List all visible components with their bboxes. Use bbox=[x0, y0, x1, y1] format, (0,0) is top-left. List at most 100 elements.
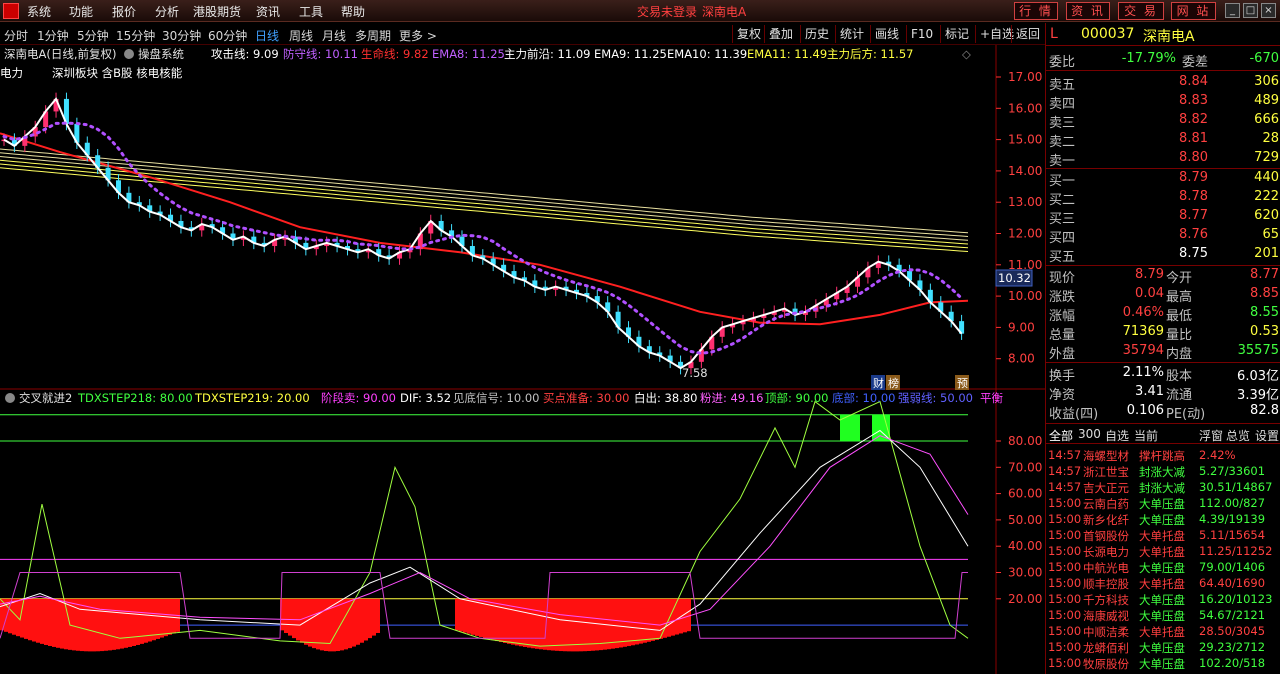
tool-adjust[interactable]: 复权 bbox=[732, 25, 765, 43]
stat-label: 换手 bbox=[1049, 369, 1076, 384]
ask-row[interactable]: 卖三 8.82 666 bbox=[1046, 111, 1280, 131]
tab-300[interactable]: 300 bbox=[1078, 427, 1101, 441]
news-time: 15:00 bbox=[1048, 608, 1082, 622]
bid-row[interactable]: 买四 8.76 65 bbox=[1046, 226, 1280, 246]
ask-row[interactable]: 卖一 8.80 729 bbox=[1046, 149, 1280, 169]
menu-function[interactable]: 功能 bbox=[69, 3, 93, 20]
menu-quote[interactable]: 报价 bbox=[112, 3, 136, 20]
tool-back[interactable]: 返回 bbox=[1011, 25, 1044, 43]
news-time: 15:00 bbox=[1048, 560, 1082, 574]
news-button[interactable]: 资 讯 bbox=[1066, 2, 1110, 20]
tool-f10[interactable]: F10 bbox=[906, 25, 937, 43]
news-item[interactable]: 15:00 中顺洁柔 大单托盘 28.50/3045 bbox=[1046, 624, 1280, 640]
period-tab[interactable]: 月线 bbox=[322, 27, 346, 44]
stat-value: 8.79 bbox=[1135, 267, 1164, 282]
menu-tools[interactable]: 工具 bbox=[299, 3, 323, 20]
ema-line bbox=[0, 159, 969, 245]
histogram-bar bbox=[587, 598, 591, 652]
histogram-bar bbox=[635, 598, 639, 645]
tab-float[interactable]: 浮窗 bbox=[1199, 427, 1223, 444]
news-value: 2.42% bbox=[1199, 448, 1236, 462]
news-item[interactable]: 14:57 海螺型材 撑杆跳高 2.42% bbox=[1046, 448, 1280, 464]
low-price-label: 7.58 bbox=[682, 366, 708, 380]
close-icon[interactable]: × bbox=[1261, 3, 1276, 18]
menu-help[interactable]: 帮助 bbox=[341, 3, 365, 20]
news-item[interactable]: 15:00 千方科技 大单压盘 16.20/10123 bbox=[1046, 592, 1280, 608]
tool-mark[interactable]: 标记 bbox=[940, 25, 973, 43]
tool-stats[interactable]: 统计 bbox=[835, 25, 868, 43]
bid-row[interactable]: 买三 8.77 620 bbox=[1046, 207, 1280, 227]
histogram-bar bbox=[519, 598, 523, 647]
period-tab[interactable]: 周线 bbox=[289, 27, 313, 44]
period-tab[interactable]: 60分钟 bbox=[208, 27, 247, 44]
main-indicator-label: EMA8: 11.25 bbox=[432, 47, 505, 61]
news-event: 大单托盘 bbox=[1139, 529, 1185, 543]
histogram-bar bbox=[579, 598, 583, 652]
histogram-bar bbox=[535, 598, 539, 649]
period-tab[interactable]: 多周期 bbox=[355, 27, 391, 44]
tab-overview[interactable]: 总览 bbox=[1226, 427, 1250, 444]
menu-system[interactable]: 系统 bbox=[27, 3, 51, 20]
news-item[interactable]: 15:00 首钢股份 大单托盘 5.11/15654 bbox=[1046, 528, 1280, 544]
ask-row[interactable]: 卖五 8.84 306 bbox=[1046, 73, 1280, 93]
tab-settings[interactable]: 设置 bbox=[1255, 427, 1279, 444]
finance-badge[interactable]: 财 bbox=[873, 376, 884, 390]
ask-row[interactable]: 卖二 8.81 28 bbox=[1046, 130, 1280, 150]
news-item[interactable]: 14:57 吉大正元 封涨大减 30.51/14867 bbox=[1046, 480, 1280, 496]
news-item[interactable]: 15:00 中航光电 大单压盘 79.00/1406 bbox=[1046, 560, 1280, 576]
histogram-bar bbox=[52, 598, 56, 647]
tab-watchlist[interactable]: 自选 bbox=[1105, 427, 1129, 444]
website-button[interactable]: 网 站 bbox=[1171, 2, 1216, 20]
menu-hk-futures[interactable]: 港股期货 bbox=[193, 3, 241, 20]
ema-line bbox=[0, 152, 969, 237]
histogram-bar bbox=[571, 598, 575, 652]
news-item[interactable]: 15:00 顺丰控股 大单托盘 64.40/1690 bbox=[1046, 576, 1280, 592]
news-item[interactable]: 15:00 牧原股份 大单压盘 102.20/518 bbox=[1046, 656, 1280, 672]
tool-history[interactable]: 历史 bbox=[800, 25, 833, 43]
histogram-bar bbox=[300, 598, 304, 643]
histogram-bar bbox=[467, 598, 471, 634]
news-item[interactable]: 15:00 新乡化纤 大单压盘 4.39/19139 bbox=[1046, 512, 1280, 528]
forecast-badge[interactable]: 预 bbox=[957, 377, 968, 390]
histogram-bar bbox=[479, 598, 483, 637]
period-tab[interactable]: 1分钟 bbox=[37, 27, 69, 44]
sub-indicator-label: 阶段卖: 90.00 bbox=[321, 391, 396, 405]
news-item[interactable]: 15:00 云南白药 大单压盘 112.00/827 bbox=[1046, 496, 1280, 512]
sub-expand-icon[interactable] bbox=[5, 393, 15, 403]
news-item[interactable]: 15:00 海康威视 大单压盘 54.67/2121 bbox=[1046, 608, 1280, 624]
news-item[interactable]: 15:00 龙蟒佰利 大单压盘 29.23/2712 bbox=[1046, 640, 1280, 656]
news-item[interactable]: 15:00 长源电力 大单托盘 11.25/11252 bbox=[1046, 544, 1280, 560]
period-tab-more[interactable]: 更多 > bbox=[399, 27, 437, 44]
news-value: 54.67/2121 bbox=[1199, 608, 1266, 622]
tool-overlay[interactable]: 叠加 bbox=[764, 25, 797, 43]
period-tab-active[interactable]: 日线 bbox=[255, 27, 279, 44]
maximize-icon[interactable]: □ bbox=[1243, 3, 1258, 18]
ranking-badge[interactable]: 榜 bbox=[888, 376, 899, 390]
period-tab[interactable]: 分时 bbox=[4, 27, 28, 44]
bid-row[interactable]: 买五 8.75 201 bbox=[1046, 245, 1280, 265]
menu-info[interactable]: 资讯 bbox=[256, 3, 280, 20]
expand-icon[interactable] bbox=[124, 49, 134, 59]
news-stock: 浙江世宝 bbox=[1083, 465, 1129, 479]
tab-current[interactable]: 当前 bbox=[1134, 427, 1158, 444]
market-button[interactable]: 行 情 bbox=[1014, 2, 1058, 20]
ask-label: 卖四 bbox=[1049, 97, 1076, 112]
kline-chart[interactable]: 17.0016.0015.0014.0013.0012.0011.0010.00… bbox=[0, 45, 1045, 674]
tool-draw[interactable]: 画线 bbox=[870, 25, 903, 43]
main-indicator-label: EMA11: 11.49 bbox=[747, 47, 827, 61]
menu-analysis[interactable]: 分析 bbox=[155, 3, 179, 20]
histogram-bar bbox=[531, 598, 535, 649]
bid-row[interactable]: 买一 8.79 440 bbox=[1046, 169, 1280, 189]
period-tab[interactable]: 15分钟 bbox=[116, 27, 155, 44]
bid-row[interactable]: 买二 8.78 222 bbox=[1046, 188, 1280, 208]
diamond-icon[interactable]: ◇ bbox=[962, 47, 971, 61]
histogram-bar bbox=[316, 598, 320, 650]
period-tab[interactable]: 5分钟 bbox=[77, 27, 109, 44]
period-tab[interactable]: 30分钟 bbox=[162, 27, 201, 44]
news-item[interactable]: 14:57 浙江世宝 封涨大减 5.27/33601 bbox=[1046, 464, 1280, 480]
trade-button[interactable]: 交 易 bbox=[1118, 2, 1164, 20]
minimize-icon[interactable]: _ bbox=[1225, 3, 1240, 18]
tab-all[interactable]: 全部 bbox=[1049, 427, 1073, 444]
ask-row[interactable]: 卖四 8.83 489 bbox=[1046, 92, 1280, 112]
histogram-bar bbox=[80, 598, 84, 652]
